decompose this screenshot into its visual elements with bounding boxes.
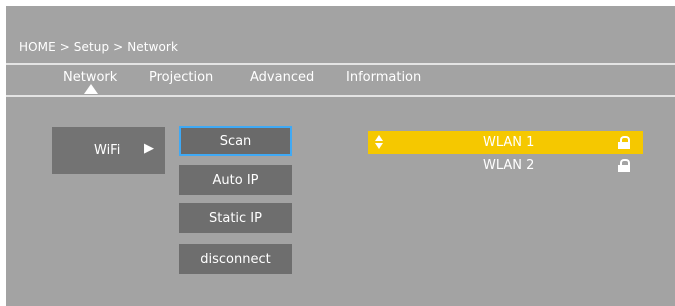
scan-button[interactable]: Scan (179, 126, 292, 156)
wlan-list: WLAN 1 WLAN 2 (368, 131, 643, 177)
tab-advanced[interactable]: Advanced (250, 70, 314, 85)
wifi-menu-item[interactable]: WiFi ▶ (52, 127, 165, 174)
sort-arrows-icon (375, 135, 385, 151)
active-tab-pointer-icon (84, 84, 98, 94)
wlan-name: WLAN 2 (483, 158, 535, 173)
tab-projection[interactable]: Projection (149, 70, 213, 85)
static-ip-button[interactable]: Static IP (179, 203, 292, 233)
disconnect-button[interactable]: disconnect (179, 244, 292, 274)
wlan-item[interactable]: WLAN 2 (368, 154, 643, 177)
lock-icon (618, 159, 630, 172)
breadcrumb: HOME > Setup > Network (19, 40, 179, 54)
wifi-label: WiFi (94, 143, 121, 158)
divider-top (6, 63, 675, 65)
settings-screen: HOME > Setup > Network Network Projectio… (6, 6, 675, 306)
wlan-name: WLAN 1 (483, 135, 535, 150)
tab-information[interactable]: Information (346, 70, 421, 85)
lock-icon (618, 136, 630, 149)
tab-network[interactable]: Network (63, 70, 117, 85)
auto-ip-button[interactable]: Auto IP (179, 165, 292, 195)
wlan-item[interactable]: WLAN 1 (368, 131, 643, 154)
divider-bottom (6, 95, 675, 97)
tab-bar: Network Projection Advanced Information (6, 70, 675, 90)
play-arrow-icon: ▶ (144, 141, 154, 156)
